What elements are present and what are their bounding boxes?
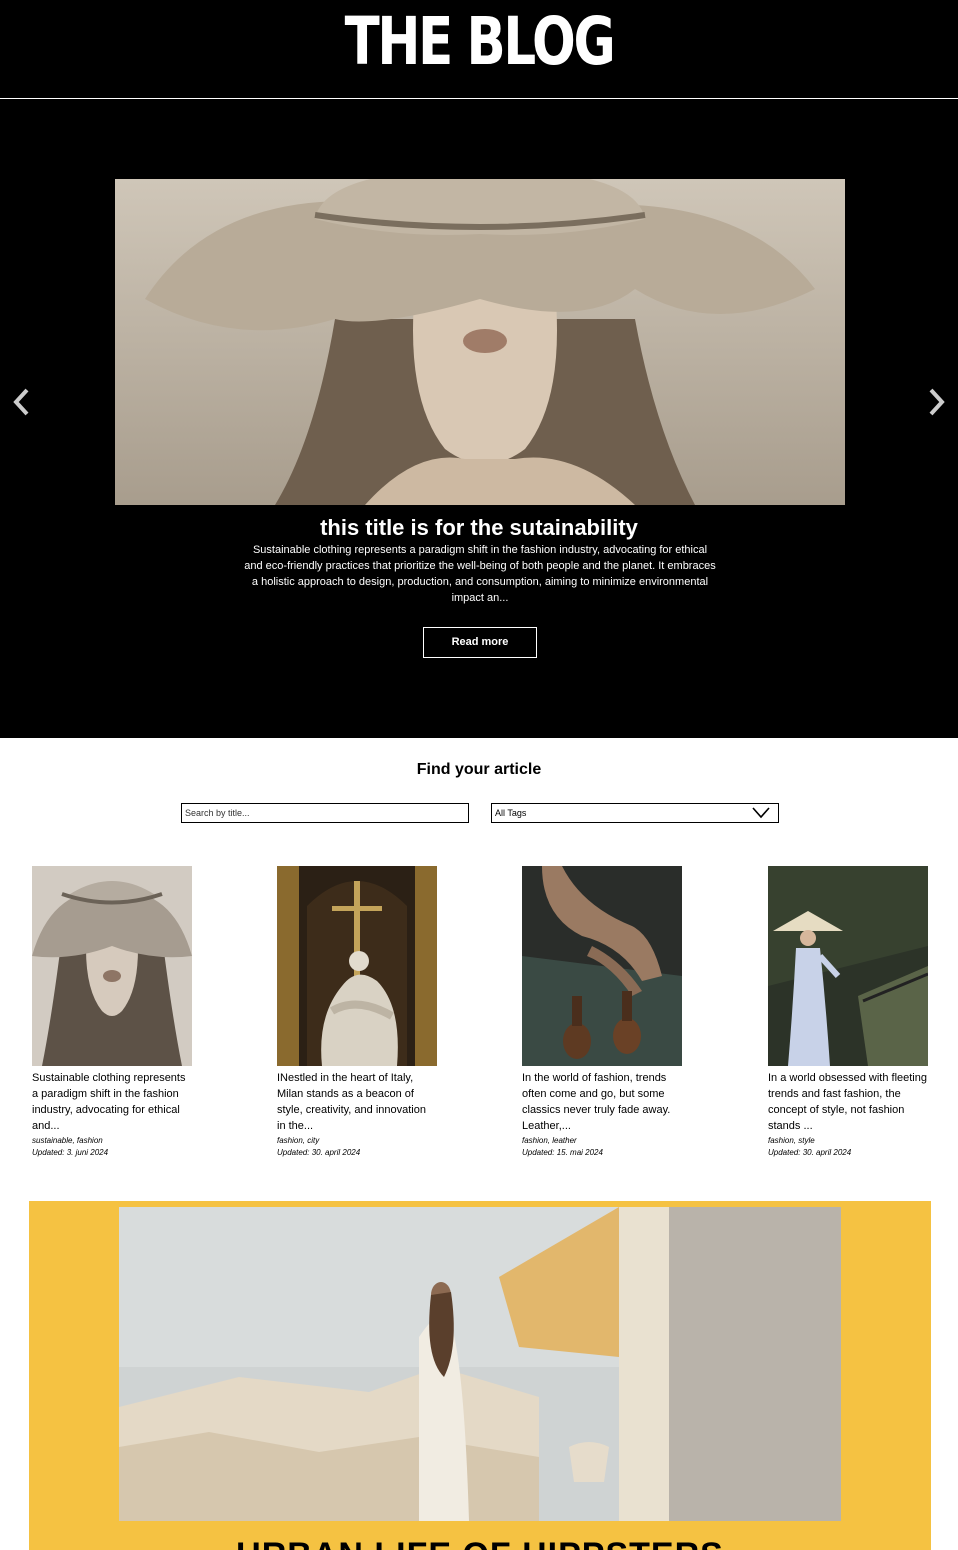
article-image[interactable] (768, 866, 928, 1066)
article-tags: fashion, style (768, 1136, 815, 1145)
feature-title[interactable]: URBAN LIFE OF HIPPSTERS (29, 1535, 931, 1550)
article-date: Updated: 15. mai 2024 (522, 1148, 603, 1157)
read-more-button[interactable]: Read more (423, 627, 537, 658)
hero-title[interactable]: this title is for the sutainability (0, 513, 958, 543)
article-excerpt[interactable]: Sustainable clothing represents a paradi… (32, 1070, 192, 1134)
site-header: THE BLOG (0, 0, 958, 99)
feature-banner[interactable]: URBAN LIFE OF HIPPSTERS (29, 1201, 931, 1550)
article-date: Updated: 30. april 2024 (768, 1148, 852, 1157)
feature-image[interactable] (119, 1207, 841, 1521)
search-heading: Find your article (416, 761, 542, 778)
article-card[interactable]: In the world of fashion, trends often co… (522, 866, 682, 1159)
article-image[interactable] (32, 866, 192, 1066)
article-excerpt[interactable]: INestled in the heart of Italy, Milan st… (277, 1070, 437, 1134)
chevron-down-icon (752, 807, 770, 819)
article-image[interactable] (522, 866, 682, 1066)
article-tags: sustainable, fashion (32, 1136, 103, 1145)
article-tags: fashion, city (277, 1136, 320, 1145)
article-excerpt[interactable]: In the world of fashion, trends often co… (522, 1070, 682, 1134)
tags-select-value: All Tags (495, 808, 527, 818)
article-card[interactable]: Sustainable clothing represents a paradi… (32, 866, 192, 1159)
chevron-left-icon[interactable] (10, 385, 32, 419)
article-date: Updated: 3. juni 2024 (32, 1148, 109, 1157)
chevron-right-icon[interactable] (926, 385, 948, 419)
search-input[interactable] (181, 803, 469, 823)
article-date: Updated: 30. april 2024 (277, 1148, 361, 1157)
article-tags: fashion, leather (522, 1136, 577, 1145)
article-excerpt[interactable]: In a world obsessed with fleeting trends… (768, 1070, 928, 1134)
article-card[interactable]: In a world obsessed with fleeting trends… (768, 866, 928, 1159)
tags-select[interactable]: All Tags (491, 803, 779, 823)
hero-carousel: this title is for the sutainability Sust… (0, 99, 958, 738)
hero-image[interactable] (115, 179, 845, 505)
article-image[interactable] (277, 866, 437, 1066)
article-card[interactable]: INestled in the heart of Italy, Milan st… (277, 866, 437, 1159)
hero-excerpt: Sustainable clothing represents a paradi… (244, 544, 716, 604)
site-title[interactable]: THE BLOG (105, 2, 852, 82)
